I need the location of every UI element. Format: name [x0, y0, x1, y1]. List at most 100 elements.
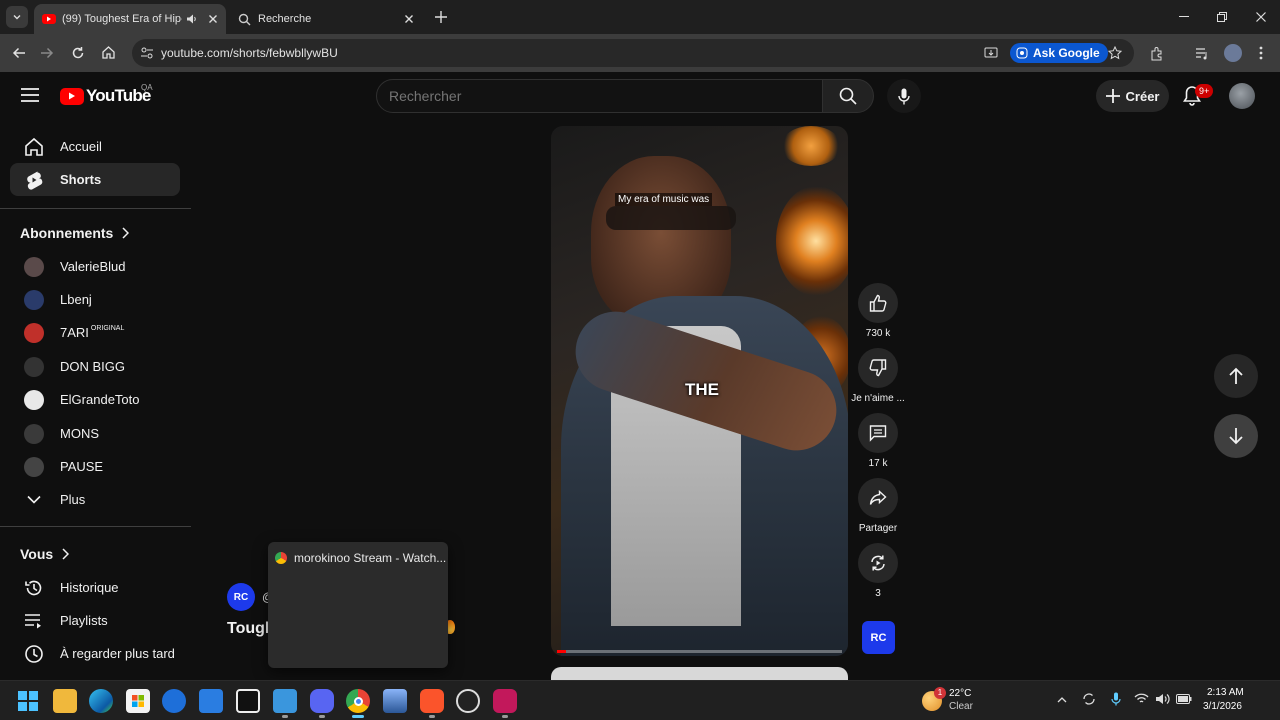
clock-time[interactable]: 2:13 AM: [1207, 687, 1244, 698]
chrome-icon[interactable]: [346, 689, 370, 713]
search-input[interactable]: [389, 88, 809, 104]
channel-avatar: [24, 389, 44, 410]
photos-icon[interactable]: [383, 689, 407, 713]
obs-icon[interactable]: [456, 689, 480, 713]
remix-button[interactable]: [858, 543, 898, 583]
create-label: Créer: [1125, 88, 1160, 104]
like-count: 730 k: [865, 328, 891, 339]
browser-menu-icon[interactable]: [1259, 46, 1263, 60]
sidebar-item-subscription[interactable]: MONS: [10, 417, 180, 450]
edge-icon[interactable]: [89, 689, 113, 713]
bookmark-star-icon[interactable]: [1108, 46, 1122, 60]
tab-close-icon[interactable]: [208, 14, 218, 24]
microphone-icon[interactable]: [1111, 692, 1121, 706]
ask-google-button[interactable]: Ask Google: [1010, 43, 1108, 63]
install-app-icon[interactable]: [984, 46, 998, 60]
sync-icon[interactable]: [1082, 692, 1096, 706]
address-bar[interactable]: youtube.com/shorts/febwbllywBU: [132, 39, 1134, 67]
plus-icon: [1105, 89, 1120, 103]
search-button[interactable]: [822, 79, 874, 113]
search-box[interactable]: [376, 79, 823, 113]
restore-icon[interactable]: [1217, 12, 1227, 22]
sidebar-item-playlists[interactable]: Playlists: [10, 604, 180, 637]
comments-count: 17 k: [868, 458, 888, 469]
forward-icon[interactable]: [40, 46, 54, 60]
channel-thumbnail-button[interactable]: RC: [862, 621, 895, 654]
sidebar-item-subscription[interactable]: ValerieBlud: [10, 250, 180, 283]
window-close-icon[interactable]: [1256, 12, 1266, 22]
search-icon: [839, 87, 857, 105]
wifi-icon[interactable]: [1134, 693, 1149, 705]
progress-fill: [557, 650, 566, 653]
profile-avatar[interactable]: [1224, 44, 1242, 62]
sidebar-divider: [0, 526, 191, 527]
sidebar-item-label: À regarder plus tard: [60, 646, 175, 661]
notepad-icon[interactable]: [273, 689, 297, 713]
arrow-up-icon: [1229, 367, 1243, 384]
sidebar-item-shorts[interactable]: Shorts: [10, 163, 180, 196]
clock-date[interactable]: 3/1/2026: [1203, 701, 1242, 712]
dislike-button[interactable]: [858, 348, 898, 388]
sidebar-item-watch-later[interactable]: À regarder plus tard: [10, 637, 180, 670]
tab-youtube[interactable]: (99) Toughest Era of Hip-Hop: [34, 4, 226, 34]
sidebar-item-home[interactable]: Accueil: [10, 130, 180, 163]
speaker-icon[interactable]: [186, 13, 198, 25]
previous-short-button[interactable]: [1214, 354, 1258, 398]
playlist-icon: [14, 613, 54, 629]
extensions-icon[interactable]: [1150, 46, 1165, 61]
home-icon[interactable]: [101, 45, 116, 60]
media-controls-icon[interactable]: [1195, 47, 1210, 60]
tab-recherche[interactable]: Recherche: [232, 4, 424, 34]
youtube-logo[interactable]: YouTube: [60, 86, 151, 106]
store-icon[interactable]: [126, 689, 150, 713]
reload-icon[interactable]: [71, 46, 85, 60]
account-avatar[interactable]: [1229, 83, 1255, 109]
share-button[interactable]: [858, 478, 898, 518]
file-explorer-icon[interactable]: [53, 689, 77, 713]
new-tab-plus-icon[interactable]: [434, 10, 448, 24]
sidebar-item-subscription[interactable]: 7ARI ORIGINAL: [10, 316, 180, 349]
battery-icon[interactable]: [1176, 694, 1192, 704]
weather-widget[interactable]: 1 22°C Clear: [922, 687, 982, 715]
tab-close-icon[interactable]: [404, 14, 414, 24]
capcut-icon[interactable]: [236, 689, 260, 713]
sidebar-item-more[interactable]: Plus: [10, 483, 180, 516]
hamburger-menu-icon[interactable]: [21, 88, 39, 102]
voice-search-button[interactable]: [887, 79, 921, 113]
sidebar-item-subscription[interactable]: DON BIGG: [10, 350, 180, 383]
tab-search-icon[interactable]: [6, 6, 28, 28]
subscriptions-heading[interactable]: Abonnements: [20, 225, 130, 241]
taskbar-preview-popup[interactable]: morokinoo Stream - Watch...: [268, 542, 448, 668]
brave-icon[interactable]: [420, 689, 444, 713]
sidebar-item-subscription[interactable]: PAUSE: [10, 450, 180, 483]
minimize-icon[interactable]: [1179, 16, 1189, 17]
app-icon[interactable]: [162, 689, 186, 713]
sidebar-item-label: PAUSE: [60, 459, 104, 474]
comments-button[interactable]: [858, 413, 898, 453]
channel-avatar[interactable]: RC: [227, 583, 255, 611]
url-text[interactable]: youtube.com/shorts/febwbllywBU: [161, 46, 338, 60]
you-heading[interactable]: Vous: [20, 546, 70, 562]
app-icon[interactable]: [493, 689, 517, 713]
sidebar-item-label: Shorts: [60, 172, 102, 187]
sidebar-item-history[interactable]: Historique: [10, 571, 180, 604]
windows-start-icon[interactable]: [16, 689, 40, 713]
home-icon: [14, 137, 54, 157]
weather-badge: 1: [934, 687, 946, 699]
site-info-icon[interactable]: [140, 46, 154, 60]
channel-avatar: [24, 423, 44, 444]
mail-icon[interactable]: [199, 689, 223, 713]
discord-icon[interactable]: [310, 689, 334, 713]
back-icon[interactable]: [12, 46, 26, 60]
volume-icon[interactable]: [1155, 693, 1170, 705]
chevron-right-icon: [62, 548, 70, 560]
like-button[interactable]: [858, 283, 898, 323]
create-button[interactable]: Créer: [1096, 80, 1169, 112]
sidebar-item-subscription[interactable]: Lbenj: [10, 283, 180, 316]
chevron-down-icon: [14, 495, 54, 504]
progress-track[interactable]: [557, 650, 842, 653]
sidebar-item-subscription[interactable]: ElGrandeToto: [10, 383, 180, 416]
short-video-player[interactable]: My era of music was THE: [551, 126, 848, 656]
tray-chevron-up-icon[interactable]: [1057, 696, 1067, 703]
next-short-button[interactable]: [1214, 414, 1258, 458]
